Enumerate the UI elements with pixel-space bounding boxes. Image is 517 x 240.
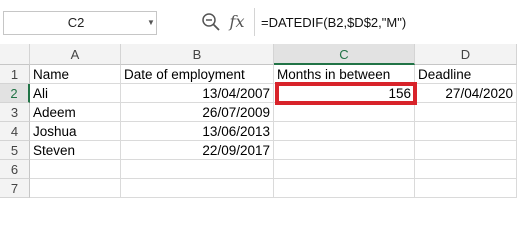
row-header-3[interactable]: 3	[0, 103, 30, 122]
row-header-7[interactable]: 7	[0, 179, 30, 198]
row-header-6[interactable]: 6	[0, 160, 30, 179]
cell-b1[interactable]: Date of employment	[121, 65, 274, 84]
column-header-c[interactable]: C	[274, 44, 415, 65]
name-box-value[interactable]: C2	[4, 12, 148, 34]
cell-b6[interactable]	[121, 160, 274, 179]
formula-bar: C2 ▼ fx =DATEDIF(B2,$D$2,"M")	[0, 0, 517, 44]
cell-d3[interactable]	[415, 103, 517, 122]
formula-divider	[254, 8, 255, 36]
formula-input[interactable]: =DATEDIF(B2,$D$2,"M")	[256, 11, 514, 35]
column-header-a[interactable]: A	[30, 44, 121, 65]
cell-d1[interactable]: Deadline	[415, 65, 517, 84]
cell-c6[interactable]	[274, 160, 415, 179]
column-header-d[interactable]: D	[415, 44, 517, 65]
cell-d5[interactable]	[415, 141, 517, 160]
cell-c2[interactable]: 156	[274, 84, 415, 103]
chevron-down-icon[interactable]: ▼	[146, 12, 156, 34]
cell-c5[interactable]	[274, 141, 415, 160]
cell-b3[interactable]: 26/07/2009	[121, 103, 274, 122]
cell-b7[interactable]	[121, 179, 274, 198]
cell-d4[interactable]	[415, 122, 517, 141]
name-box[interactable]: C2 ▼	[3, 11, 157, 35]
row-header-1[interactable]: 1	[0, 65, 30, 84]
row-header-4[interactable]: 4	[0, 122, 30, 141]
cell-a5[interactable]: Steven	[30, 141, 121, 160]
cell-c4[interactable]	[274, 122, 415, 141]
select-all-corner[interactable]	[0, 44, 30, 65]
cell-a6[interactable]	[30, 160, 121, 179]
zoom-magnifier-icon[interactable]	[201, 12, 221, 32]
cell-d2[interactable]: 27/04/2020	[415, 84, 517, 103]
cell-b4[interactable]: 13/06/2013	[121, 122, 274, 141]
cell-d6[interactable]	[415, 160, 517, 179]
fx-icon[interactable]: fx	[225, 11, 249, 33]
cell-a2[interactable]: Ali	[30, 84, 121, 103]
cell-a4[interactable]: Joshua	[30, 122, 121, 141]
spreadsheet-grid: A B C D 1 Name Date of employment Months in bet…	[0, 44, 517, 205]
cell-a7[interactable]	[30, 179, 121, 198]
cell-d7[interactable]	[415, 179, 517, 198]
cell-a3[interactable]: Adeem	[30, 103, 121, 122]
cell-b2[interactable]: 13/04/2007	[121, 84, 274, 103]
cell-a1[interactable]: Name	[30, 65, 121, 84]
row-header-2[interactable]: 2	[0, 84, 30, 103]
cell-b5[interactable]: 22/09/2017	[121, 141, 274, 160]
cell-c1[interactable]: Months in between	[274, 65, 415, 84]
cell-c3[interactable]	[274, 103, 415, 122]
column-header-b[interactable]: B	[121, 44, 274, 65]
cell-c7[interactable]	[274, 179, 415, 198]
row-header-5[interactable]: 5	[0, 141, 30, 160]
